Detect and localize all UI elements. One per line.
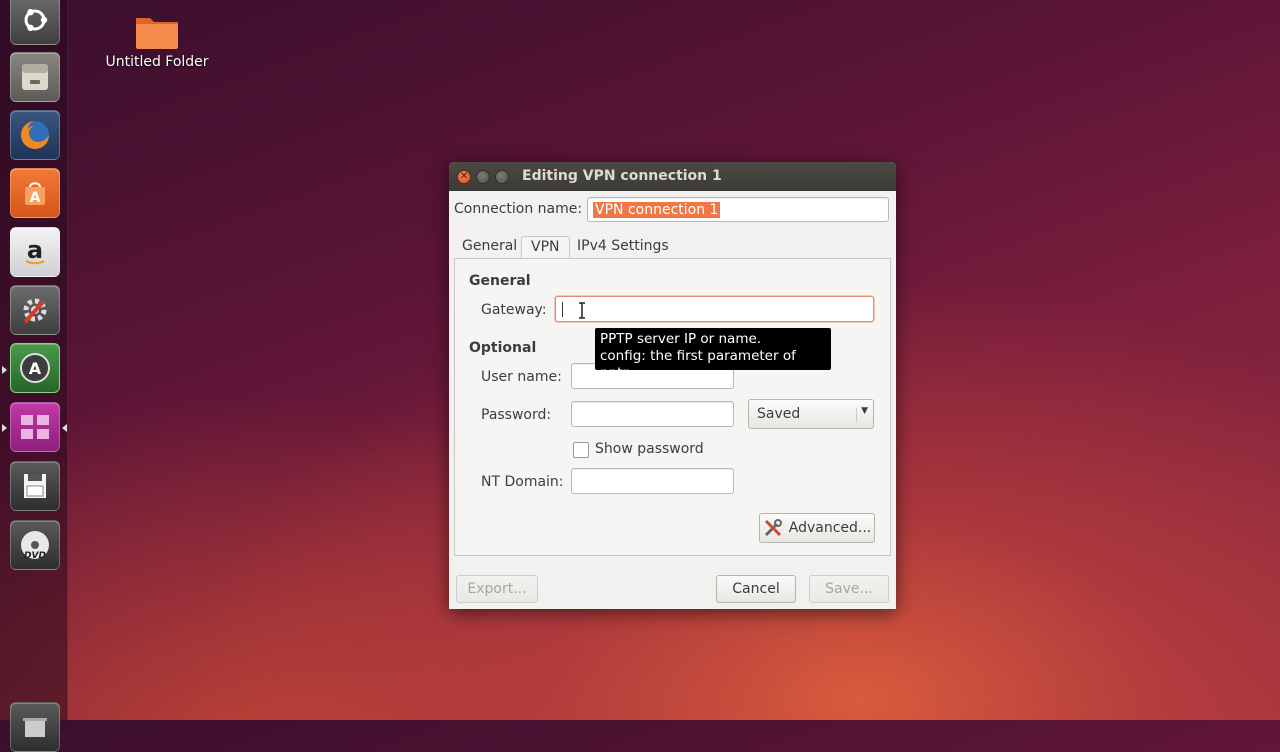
launcher: A a A DVD (0, 0, 68, 752)
password-input[interactable] (571, 401, 734, 427)
export-button[interactable]: Export... (456, 575, 538, 603)
ubuntu-logo-icon (24, 9, 48, 31)
general-section-heading: General (469, 273, 531, 289)
password-storage-select[interactable]: Saved ▼ (748, 399, 874, 429)
close-icon: ✕ (459, 171, 469, 182)
running-indicator (2, 424, 7, 432)
tab-vpn-label: VPN (531, 239, 560, 255)
dvd-button[interactable]: DVD (10, 520, 60, 570)
shopping-bag-icon: A (25, 182, 45, 206)
username-label: User name: (481, 369, 562, 385)
gateway-input[interactable] (555, 296, 874, 322)
workspace-switcher-button[interactable] (10, 402, 60, 452)
firefox-button[interactable] (10, 110, 60, 160)
tab-ipv4-settings[interactable]: IPv4 Settings (577, 236, 669, 260)
software-updater-button[interactable]: A (10, 343, 60, 393)
file-cabinet-icon (22, 64, 48, 90)
show-password-checkbox[interactable] (573, 442, 589, 458)
close-button[interactable]: ✕ (457, 170, 471, 184)
tooltip-line-1: PPTP server IP or name. (600, 331, 762, 347)
vpn-tab-panel: General Gateway: Optional User name: Pas… (454, 258, 891, 556)
show-password-label[interactable]: Show password (595, 441, 704, 457)
nt-domain-label: NT Domain: (481, 474, 564, 490)
running-indicator (2, 366, 7, 374)
nt-domain-input[interactable] (571, 468, 734, 494)
select-divider (856, 408, 857, 422)
ibeam-cursor-icon (579, 302, 585, 319)
amazon-icon: a (25, 236, 45, 265)
folder-icon (136, 18, 178, 49)
desktop-folder[interactable]: Untitled Folder (100, 12, 214, 70)
chevron-down-icon: ▼ (861, 406, 868, 416)
amazon-button[interactable]: a (10, 227, 60, 277)
maximize-button[interactable] (495, 170, 509, 184)
save-label: Save... (825, 581, 873, 597)
window-title: Editing VPN connection 1 (522, 168, 722, 184)
tab-ipv4-label: IPv4 Settings (577, 238, 669, 254)
workspaces-icon (21, 415, 49, 439)
dash-home-button[interactable] (10, 0, 60, 45)
cancel-label: Cancel (732, 581, 780, 597)
update-icon: A (20, 353, 50, 383)
svg-text:a: a (27, 236, 43, 264)
files-button[interactable] (10, 52, 60, 102)
software-center-button[interactable]: A (10, 168, 60, 218)
connection-name-value: VPN connection 1 (593, 202, 721, 218)
save-button[interactable]: Save... (809, 575, 889, 603)
advanced-button[interactable]: Advanced... (759, 513, 875, 543)
connection-name-label: Connection name: (454, 201, 583, 217)
cancel-button[interactable]: Cancel (716, 575, 796, 603)
tab-vpn[interactable]: VPN (521, 236, 570, 260)
folder-label: Untitled Folder (105, 54, 209, 70)
optional-section-heading: Optional (469, 340, 537, 356)
dvd-disc-icon: DVD (21, 531, 49, 561)
tab-general-label: General (462, 238, 518, 254)
gateway-label: Gateway: (481, 302, 547, 318)
trash-button[interactable] (10, 702, 60, 752)
focused-indicator (62, 424, 67, 432)
svg-text:A: A (30, 190, 41, 206)
trash-icon (23, 718, 47, 737)
export-label: Export... (467, 581, 527, 597)
password-label: Password: (481, 407, 552, 423)
svg-text:A: A (29, 359, 42, 378)
title-bar[interactable]: ✕ Editing VPN connection 1 (449, 162, 896, 191)
tooltip-line-2: config: the first parameter of pptp (600, 348, 796, 381)
svg-text:DVD: DVD (24, 551, 46, 561)
tools-icon (764, 519, 782, 537)
firefox-icon (21, 121, 49, 149)
password-storage-value: Saved (757, 406, 801, 422)
tab-general[interactable]: General (462, 236, 517, 260)
system-settings-button[interactable] (10, 285, 60, 335)
connection-name-input[interactable]: VPN connection 1 (587, 197, 889, 222)
floppy-disk-icon (24, 474, 46, 498)
minimize-button[interactable] (476, 170, 490, 184)
gear-wrench-icon (23, 298, 47, 324)
advanced-label: Advanced... (788, 520, 872, 536)
gateway-tooltip: PPTP server IP or name. config: the firs… (595, 328, 831, 381)
disk-button[interactable] (10, 461, 60, 511)
vpn-editor-dialog: ✕ Editing VPN connection 1 Connection na… (449, 162, 896, 609)
text-cursor (562, 302, 563, 317)
